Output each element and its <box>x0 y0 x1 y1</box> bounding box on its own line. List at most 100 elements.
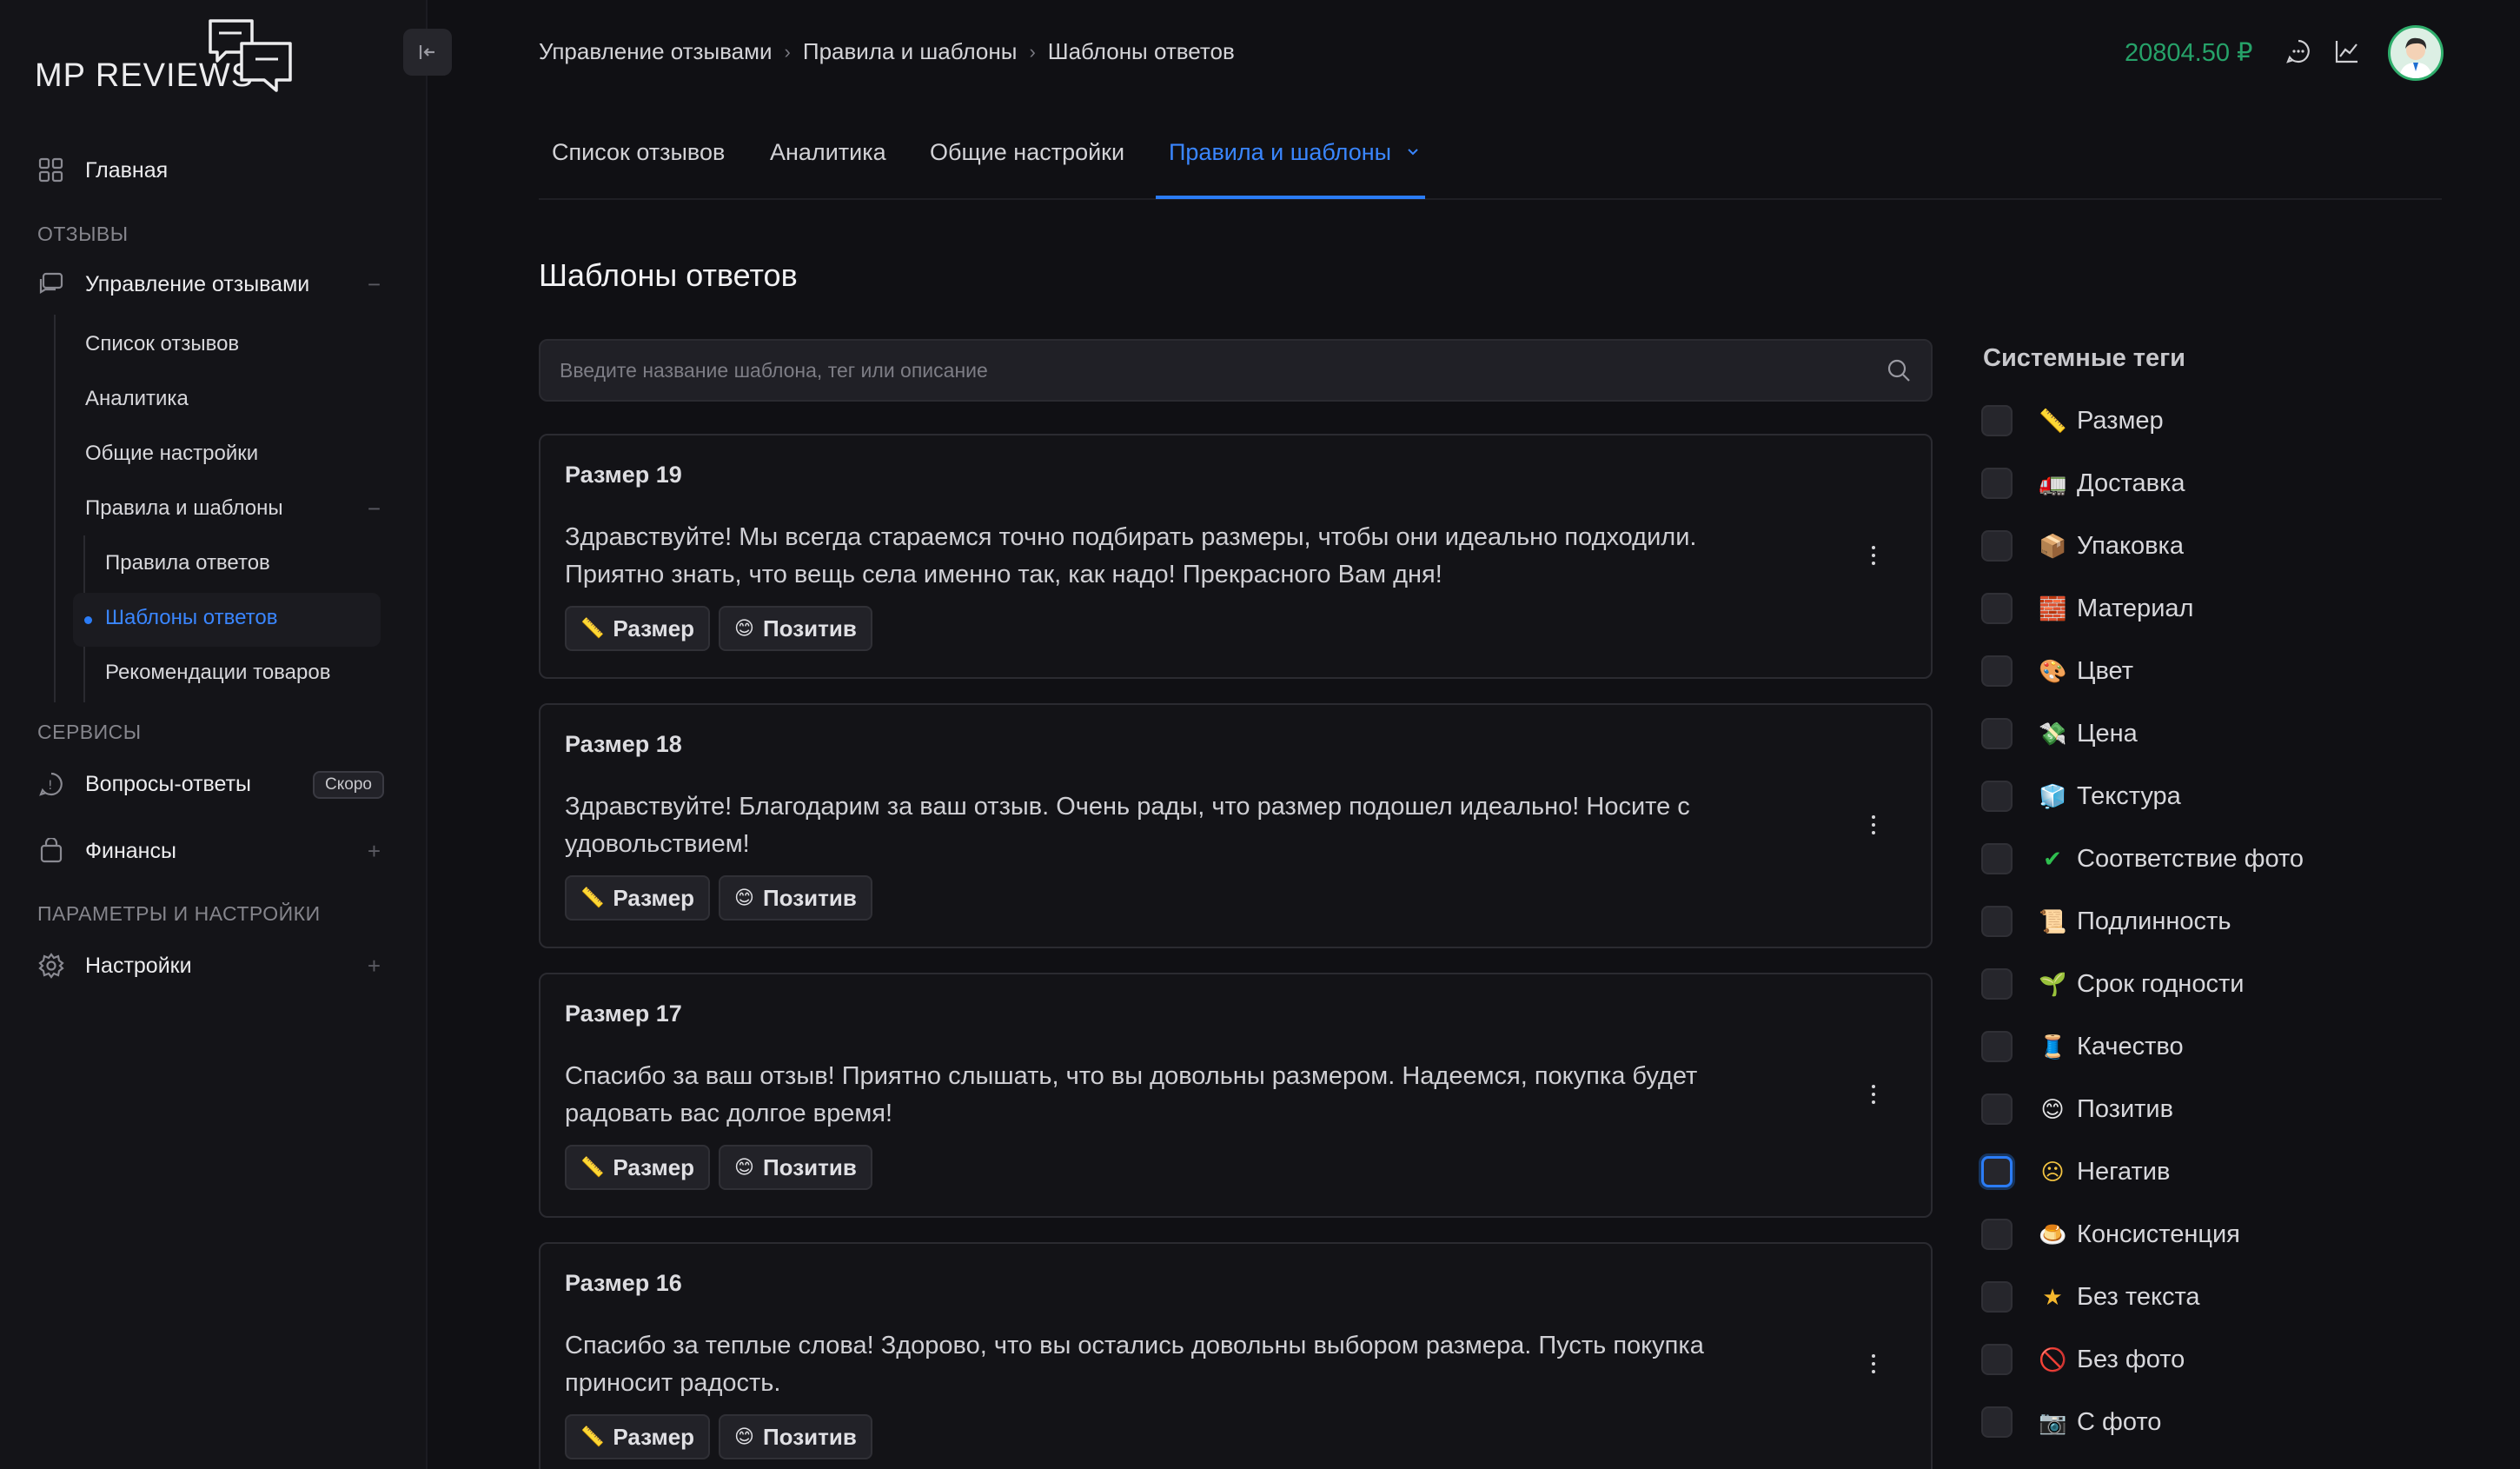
sidebar-item-manage-reviews[interactable]: Управление отзывами − <box>36 269 381 299</box>
collapse-sidebar-button[interactable] <box>403 29 452 76</box>
more-vertical-icon[interactable] <box>1863 536 1884 575</box>
system-tag-packaging[interactable]: 📦 Упаковка <box>1981 528 2184 563</box>
collapse-minus-icon[interactable]: − <box>368 495 381 522</box>
system-tag-authenticity[interactable]: 📜 Подлинность <box>1981 904 2231 939</box>
tag-size[interactable]: 📏 Размер <box>565 875 711 921</box>
system-tag-texture[interactable]: 🧊 Текстура <box>1981 779 2181 814</box>
template-card[interactable]: Размер 18 Здравствуйте! Благодарим за ва… <box>539 703 1933 948</box>
tag-positive[interactable]: 😊 Позитив <box>719 606 872 651</box>
system-tag-label: Материал <box>2077 594 2194 622</box>
collapse-minus-icon[interactable]: − <box>368 271 381 298</box>
system-tag-with-photo[interactable]: 📷 С фото <box>1981 1405 2161 1439</box>
checkbox[interactable] <box>1981 1344 2013 1375</box>
more-vertical-icon[interactable] <box>1863 1075 1884 1113</box>
avatar[interactable] <box>2388 25 2444 81</box>
checkbox[interactable] <box>1981 1281 2013 1313</box>
sidebar-item-response-rules[interactable]: Правила ответов <box>105 551 270 575</box>
more-vertical-icon[interactable] <box>1863 1345 1884 1383</box>
chat-icon[interactable] <box>2284 37 2313 66</box>
search-input[interactable] <box>560 358 1886 382</box>
checkbox[interactable] <box>1981 405 2013 436</box>
balance[interactable]: 20804.50 ₽ <box>2125 37 2252 68</box>
checkbox[interactable] <box>1981 1219 2013 1250</box>
template-card[interactable]: Размер 16 Спасибо за теплые слова! Здоро… <box>539 1242 1933 1469</box>
breadcrumb-item[interactable]: Управление отзывами <box>539 38 773 65</box>
sidebar-item-response-templates[interactable]: Шаблоны ответов <box>105 606 277 630</box>
checkbox[interactable] <box>1981 843 2013 874</box>
sidebar-item-product-recommendations[interactable]: Рекомендации товаров <box>105 661 330 685</box>
sidebar-item-general-settings[interactable]: Общие настройки <box>85 442 258 466</box>
sidebar-item-home[interactable]: Главная <box>36 156 168 185</box>
tab-rules-templates[interactable]: Правила и шаблоны <box>1169 139 1421 200</box>
tag-size[interactable]: 📏 Размер <box>565 606 711 651</box>
logo[interactable]: MP REVIEWS <box>35 17 313 104</box>
sidebar-item-settings[interactable]: Настройки + <box>36 951 381 980</box>
chart-line-icon[interactable] <box>2332 37 2362 66</box>
template-card[interactable]: Размер 17 Спасибо за ваш отзыв! Приятно … <box>539 973 1933 1218</box>
tag-positive[interactable]: 😊 Позитив <box>719 1145 872 1190</box>
avatar-face-icon <box>2399 37 2432 78</box>
system-tag-no-text[interactable]: ★ Без текста <box>1981 1280 2200 1314</box>
system-tag-no-photo[interactable]: 🚫 Без фото <box>1981 1342 2185 1377</box>
palette-icon: 🎨 <box>2039 657 2067 684</box>
svg-text:!: ! <box>48 779 53 793</box>
checkbox[interactable] <box>1981 655 2013 687</box>
sidebar-item-qa-label: Вопросы-ответы <box>85 771 252 796</box>
ice-cube-icon: 🧊 <box>2039 782 2067 809</box>
sidebar-item-finance[interactable]: Финансы + <box>36 836 381 866</box>
section-title-services: СЕРВИСЫ <box>37 721 142 743</box>
system-tag-price[interactable]: 💸 Цена <box>1981 716 2138 751</box>
sidebar-item-reviews-list[interactable]: Список отзывов <box>85 332 239 356</box>
checkbox[interactable] <box>1981 1406 2013 1438</box>
expand-plus-icon[interactable]: + <box>368 953 381 980</box>
system-tag-label: Цвет <box>2077 656 2133 685</box>
checkbox[interactable] <box>1981 468 2013 499</box>
system-tag-color[interactable]: 🎨 Цвет <box>1981 654 2133 688</box>
chat-bubbles-logo-icon <box>209 19 292 92</box>
template-card[interactable]: Размер 19 Здравствуйте! Мы всегда старае… <box>539 434 1933 679</box>
system-tag-consistency[interactable]: 🍮 Консистенция <box>1981 1217 2240 1252</box>
system-tag-photo-match[interactable]: ✔ Соответствие фото <box>1981 841 2304 876</box>
system-tag-negative[interactable]: ☹ Негатив <box>1981 1154 2170 1189</box>
more-vertical-icon[interactable] <box>1863 806 1884 844</box>
checkbox[interactable] <box>1981 530 2013 562</box>
sidebar-item-rules-templates[interactable]: Правила и шаблоны − <box>85 495 381 522</box>
tag-positive[interactable]: 😊 Позитив <box>719 875 872 921</box>
system-tag-quality[interactable]: 🧵 Качество <box>1981 1029 2184 1064</box>
sidebar-item-qa[interactable]: ! Вопросы-ответы <box>36 769 251 799</box>
tag-label: Размер <box>613 615 695 641</box>
system-tag-size[interactable]: 📏 Размер <box>1981 403 2164 438</box>
chevron-down-icon <box>1407 149 1418 156</box>
system-tag-label: Позитив <box>2077 1094 2174 1123</box>
system-tag-expiry[interactable]: 🌱 Срок годности <box>1981 967 2244 1001</box>
system-tag-label: Без текста <box>2077 1282 2200 1311</box>
checkbox[interactable] <box>1981 718 2013 749</box>
tab-analytics[interactable]: Аналитика <box>770 139 886 200</box>
checkbox[interactable] <box>1981 968 2013 1000</box>
seedling-icon: 🌱 <box>2039 970 2067 997</box>
system-tag-delivery[interactable]: 🚛 Доставка <box>1981 466 2185 501</box>
tab-reviews-list[interactable]: Список отзывов <box>552 139 725 200</box>
tag-size[interactable]: 📏 Размер <box>565 1414 711 1459</box>
checkbox[interactable] <box>1981 593 2013 624</box>
tab-general-settings[interactable]: Общие настройки <box>930 139 1124 200</box>
expand-plus-icon[interactable]: + <box>368 838 381 865</box>
breadcrumb-item[interactable]: Правила и шаблоны <box>803 38 1018 65</box>
page-title: Шаблоны ответов <box>539 257 798 293</box>
tag-size[interactable]: 📏 Размер <box>565 1145 711 1190</box>
search-icon[interactable] <box>1886 357 1912 383</box>
checkbox[interactable] <box>1981 1156 2013 1187</box>
checkbox[interactable] <box>1981 781 2013 812</box>
smile-icon: 😊 <box>734 1156 754 1178</box>
tag-positive[interactable]: 😊 Позитив <box>719 1414 872 1459</box>
search-bar <box>539 339 1933 402</box>
breadcrumb-current: Шаблоны ответов <box>1047 38 1235 64</box>
system-tag-positive[interactable]: 😊 Позитив <box>1981 1092 2173 1127</box>
smile-icon: 😊 <box>734 617 754 639</box>
checkbox[interactable] <box>1981 1093 2013 1125</box>
system-tag-label: Качество <box>2077 1032 2184 1060</box>
system-tag-material[interactable]: 🧱 Материал <box>1981 591 2193 626</box>
sidebar-item-analytics[interactable]: Аналитика <box>85 387 189 411</box>
checkbox[interactable] <box>1981 1031 2013 1062</box>
checkbox[interactable] <box>1981 906 2013 937</box>
